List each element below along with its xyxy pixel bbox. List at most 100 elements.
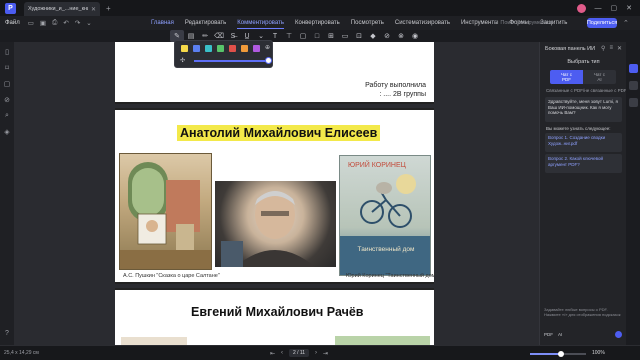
- tab-convert[interactable]: Конвертировать: [295, 20, 340, 26]
- illustration-rachev-left: [121, 337, 187, 345]
- bookmark-icon[interactable]: ⌑: [5, 64, 9, 72]
- file-menu[interactable]: Файл: [5, 20, 20, 26]
- pin-icon[interactable]: ⚲: [601, 45, 605, 52]
- ai-assistant-icon[interactable]: [628, 64, 638, 73]
- page1-line-1: Работу выполнила: [365, 82, 426, 89]
- highlight-color-popup: ⊕ ✣: [174, 40, 273, 68]
- pdf-page-3: Евгений Михайлович Рачёв: [115, 288, 434, 345]
- measure-icon[interactable]: ⊞: [324, 30, 338, 42]
- first-page-icon[interactable]: ⇤: [270, 350, 275, 357]
- maximize-icon[interactable]: ▢: [611, 4, 618, 12]
- close-panel-icon[interactable]: ✕: [617, 45, 622, 52]
- dropdown-chevron-icon[interactable]: ⌄: [86, 19, 91, 27]
- cover-title: Таинственный дом: [357, 246, 415, 253]
- chat-with-pdf-line2: PDF: [562, 77, 571, 82]
- ask-hint[interactable]: Задавайте любые вопросы о PDF. Нажмите «…: [544, 307, 623, 317]
- suggestions-title: Вы можете узнать следующее:: [546, 126, 611, 131]
- link-icon[interactable]: ⊗: [394, 30, 408, 42]
- suggestion-item[interactable]: Вопрос 2. Какой ключевой аргумент PDF?: [545, 154, 622, 173]
- last-page-icon[interactable]: ⇥: [323, 350, 328, 357]
- user-avatar[interactable]: [576, 3, 586, 13]
- properties-icon[interactable]: [628, 81, 638, 90]
- next-page-icon[interactable]: ›: [315, 350, 317, 356]
- page-number-field[interactable]: 2 / 11: [289, 349, 310, 357]
- redo-icon[interactable]: ↷: [75, 19, 80, 27]
- book-cover-mysterious-house: ЮРИЙ КОРИНЕЦ Таинственный дом: [339, 155, 431, 276]
- attachment-icon[interactable]: ⊘: [380, 30, 394, 42]
- color-swatch[interactable]: [217, 45, 224, 52]
- color-swatch[interactable]: [241, 45, 248, 52]
- new-tab-button[interactable]: +: [106, 4, 111, 13]
- search-icon[interactable]: ⌕: [5, 112, 9, 120]
- left-rail: ▯ ⌑ ▢ ⊘ ⌕ ◈ ?: [0, 42, 14, 345]
- help-icon[interactable]: ?: [5, 330, 9, 337]
- settings-icon[interactable]: [628, 98, 638, 107]
- text-field-icon[interactable]: ⊤: [282, 30, 296, 42]
- attachment-icon[interactable]: ⊘: [4, 96, 10, 104]
- tab-tools[interactable]: Инструменты: [461, 20, 498, 26]
- send-icon[interactable]: [615, 331, 622, 338]
- opacity-slider[interactable]: [194, 60, 269, 62]
- suggestion-item[interactable]: Вопрос 1. Создание сводки Худож..ниг.pdf: [545, 133, 622, 152]
- status-bar: 25,4 x 14,29 см ⇤ ‹ 2 / 11 › ⇥ 100%: [0, 345, 640, 360]
- thumbnails-icon[interactable]: ▯: [5, 48, 9, 56]
- page1-line-2: : .... 2В группы: [379, 91, 426, 98]
- illustration-saltan: [119, 153, 212, 270]
- color-swatch[interactable]: [205, 45, 212, 52]
- color-swatch[interactable]: [193, 45, 200, 52]
- document-tab[interactable]: Художники_и_...ние_книг.pdf * ✕: [24, 2, 100, 16]
- right-rail: [626, 42, 640, 345]
- prev-page-icon[interactable]: ‹: [281, 350, 283, 356]
- expand-icon[interactable]: ⌃: [623, 19, 629, 27]
- close-window-icon[interactable]: ✕: [626, 4, 632, 12]
- tab-view[interactable]: Посмотреть: [351, 20, 384, 26]
- chat-with-ai-option[interactable]: Чат с AI: [583, 70, 616, 84]
- pdf-mode-label[interactable]: PDF: [544, 332, 553, 337]
- tool-search[interactable]: ⌕ Поиск инструментов: [494, 19, 553, 26]
- ai-panel-title: Боковая панель ИИ: [545, 46, 596, 52]
- assistant-greeting: Здравствуйте, меня зовут Lumi, я Ваш ИИ-…: [545, 97, 622, 122]
- illustration-rachev-right: [335, 336, 430, 345]
- close-tab-icon[interactable]: ✕: [91, 6, 96, 13]
- tab-organize[interactable]: Систематизировать: [395, 20, 450, 26]
- page-navigation: ⇤ ‹ 2 / 11 › ⇥: [270, 349, 328, 357]
- color-swatch[interactable]: [253, 45, 260, 52]
- chat-with-ai-line2: AI: [597, 77, 602, 82]
- tab-comment[interactable]: Комментировать: [237, 20, 284, 29]
- menu-icon[interactable]: ≡: [609, 45, 613, 52]
- shape-icon[interactable]: □: [310, 30, 324, 42]
- zoom-slider-handle[interactable]: [557, 351, 564, 357]
- zoom-level[interactable]: 100%: [592, 350, 605, 356]
- sticky-note-icon[interactable]: ▭: [338, 30, 352, 42]
- author-heading-yeliseev: Анатолий Михайлович Елисеев: [177, 125, 381, 141]
- minimize-icon[interactable]: —: [595, 5, 602, 12]
- print-icon[interactable]: ⎙: [52, 19, 57, 27]
- undo-icon[interactable]: ↶: [63, 19, 68, 27]
- more-colors-icon[interactable]: ⊕: [265, 45, 270, 52]
- color-swatch[interactable]: [229, 45, 236, 52]
- document-viewport[interactable]: Работу выполнила : .... 2В группы Анатол…: [14, 42, 539, 345]
- pdf-linked-note: Связанные с PDF/не связанные с PDF: [546, 88, 627, 93]
- stamp-icon[interactable]: ⊡: [352, 30, 366, 42]
- tab-edit[interactable]: Редактировать: [185, 20, 226, 26]
- color-swatch[interactable]: [181, 45, 188, 52]
- layers-icon[interactable]: ◈: [4, 128, 9, 136]
- eye-icon[interactable]: ◉: [408, 30, 422, 42]
- open-folder-icon[interactable]: ▭: [28, 19, 34, 27]
- opacity-icon: ✣: [180, 58, 186, 64]
- opacity-slider-handle[interactable]: [265, 57, 272, 64]
- choose-type-label: Выбрать тип: [567, 59, 600, 65]
- ai-mode-label[interactable]: AI: [558, 332, 562, 337]
- portrait-photo: [215, 181, 336, 267]
- save-icon[interactable]: ▣: [40, 19, 46, 27]
- fill-icon[interactable]: ◆: [366, 30, 380, 42]
- menu-bar: Файл ▭ ▣ ⎙ ↶ ↷ ⌄ Главная Редактировать К…: [0, 16, 640, 30]
- comments-icon[interactable]: ▢: [4, 80, 11, 88]
- zoom-slider[interactable]: [530, 351, 586, 357]
- tab-home[interactable]: Главная: [151, 20, 174, 26]
- caption-saltan: А.С. Пушкин "Сказка о царе Салтане": [123, 273, 220, 279]
- search-icon: ⌕: [494, 19, 498, 25]
- chat-with-pdf-option[interactable]: Чат с PDF: [550, 70, 583, 84]
- callout-icon[interactable]: ▢: [296, 30, 310, 42]
- share-button[interactable]: Поделиться: [587, 18, 617, 28]
